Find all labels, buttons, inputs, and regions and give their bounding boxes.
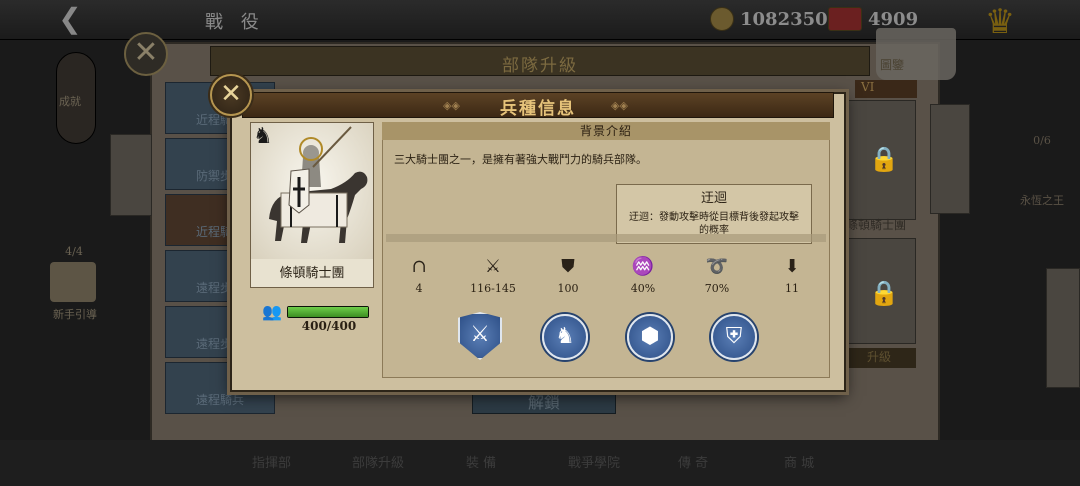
stat-crit-value: 40% — [630, 282, 656, 295]
gold-amount: 1082350 — [740, 8, 828, 30]
troops-icon: 👥 — [262, 302, 282, 321]
nav-academy[interactable]: 戰爭學院 — [568, 452, 620, 471]
swirl-icon: ➰ — [705, 256, 729, 277]
nav-shop[interactable]: 商 城 — [784, 452, 814, 471]
intro-header: 背景介紹 — [382, 122, 830, 140]
lock-icon: 🔒 — [869, 279, 899, 307]
map-icon[interactable] — [50, 262, 96, 302]
unit-description: 三大騎士團之一，是擁有著強大戰鬥力的騎兵部隊。 — [394, 153, 647, 166]
achievement-label: 成就 — [59, 95, 81, 108]
back-button[interactable]: ❮ — [48, 4, 92, 34]
horse-charge-ability-icon[interactable]: ♞ — [542, 314, 588, 360]
upgrade-button[interactable]: 升級 — [842, 348, 916, 368]
background-close-button[interactable]: ✕ — [124, 32, 168, 76]
bottom-nav — [0, 440, 1080, 486]
close-icon: ✕ — [133, 35, 159, 70]
upgrade-header: 部隊升級 — [210, 46, 870, 76]
king-progress: 0/6 — [1033, 134, 1051, 147]
stat-evade: ➰ 70% — [687, 256, 747, 295]
unit-card-label: 條頓騎士團 — [846, 218, 907, 232]
armor-ability-icon[interactable]: ⛨ — [711, 314, 757, 360]
ornament-icon: ◈◈ — [611, 99, 628, 112]
tier-label: VI — [855, 80, 917, 98]
unit-card-locked[interactable]: 🔒 — [846, 100, 916, 220]
boot-icon: ⬇ — [784, 256, 800, 277]
stat-level-value: 4 — [415, 282, 423, 295]
modal-title: 兵種信息 — [500, 99, 576, 119]
unit-portrait: ♞ 條頓騎士團 — [250, 122, 374, 288]
page-title: 戰 役 — [205, 12, 265, 33]
stat-defense-value: 100 — [557, 282, 579, 295]
unit-card[interactable] — [930, 104, 970, 214]
stat-move: ⬇ 11 — [762, 256, 822, 295]
gold-counter: 1082350 — [710, 6, 828, 32]
nav-equipment[interactable]: 裝 備 — [466, 452, 496, 471]
stat-defense: ⛊ 100 — [538, 256, 598, 295]
guide-progress: 4/4 — [65, 245, 83, 258]
crown-icon[interactable]: ♛ — [968, 2, 1032, 42]
unit-name: 條頓騎士團 — [279, 266, 345, 281]
claw-icon: ♒ — [631, 256, 655, 277]
unit-card-locked[interactable]: 🔒 — [846, 238, 916, 344]
crossed-swords-icon: ⚔ — [484, 256, 502, 277]
divider — [386, 234, 826, 242]
upgrade-title: 部隊升級 — [502, 56, 578, 76]
stat-attack: ⚔ 116-145 — [463, 256, 523, 295]
arrow-left-icon: ❮ — [58, 2, 82, 35]
achievement-button[interactable]: 成就 — [56, 52, 96, 144]
troops-bar — [287, 306, 369, 318]
unit-card[interactable] — [110, 134, 152, 216]
king-label: 永恆之王 — [1020, 194, 1064, 207]
modal-close-button[interactable]: ✕ — [210, 74, 252, 116]
skill-title: 迂迴 — [700, 191, 727, 206]
helmet-icon: ∩ — [411, 256, 427, 277]
lock-icon: 🔒 — [869, 145, 899, 173]
horse-hoof-ability-icon[interactable]: ⬢ — [627, 314, 673, 360]
shield-icon: ⛊ — [561, 256, 575, 277]
stat-evade-value: 70% — [704, 282, 730, 295]
stat-attack-value: 116-145 — [470, 282, 516, 295]
coin-icon — [710, 7, 734, 31]
nav-legend[interactable]: 傳 奇 — [678, 452, 708, 471]
nav-headquarters[interactable]: 指揮部 — [252, 452, 291, 471]
troops-count: 400/400 — [301, 319, 357, 333]
treasure-icon — [828, 7, 862, 31]
book-label: 圖鑒 — [880, 58, 905, 72]
modal-header: ◈◈ 兵種信息 ◈◈ — [242, 92, 834, 119]
stat-move-value: 11 — [785, 282, 799, 295]
guide-label: 新手引導 — [53, 308, 97, 321]
nav-unit-upgrade[interactable]: 部隊升級 — [352, 452, 404, 471]
gem-amount: 4909 — [868, 8, 919, 30]
stat-crit: ♒ 40% — [613, 256, 673, 295]
unit-card[interactable] — [1046, 268, 1080, 388]
horse-knight-icon: ♞ — [253, 124, 273, 149]
stat-level: ∩ 4 — [389, 256, 449, 295]
close-icon: ✕ — [220, 79, 242, 109]
troops-bar-fill — [288, 307, 368, 317]
